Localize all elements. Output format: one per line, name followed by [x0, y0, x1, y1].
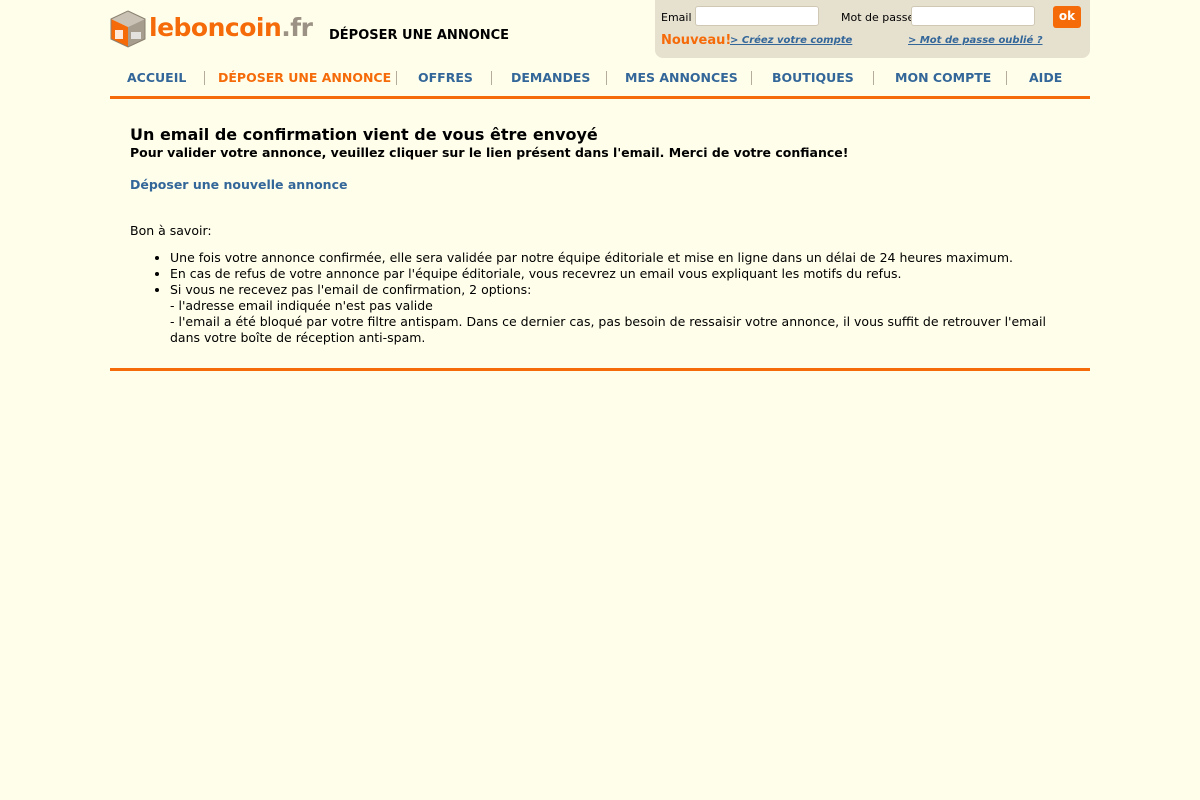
nav-separator — [751, 71, 752, 85]
tip-option: - l'email a été bloqué par votre filtre … — [170, 314, 1046, 345]
tips-list: Une fois votre annonce confirmée, elle s… — [130, 250, 1070, 346]
nav-item-boutiques[interactable]: BOUTIQUES — [772, 70, 854, 85]
confirmation-content: Un email de confirmation vient de vous ê… — [110, 99, 1090, 371]
nav-item-mon-compte[interactable]: MON COMPTE — [895, 70, 991, 85]
nav-separator — [873, 71, 874, 85]
password-label: Mot de passe — [841, 11, 915, 24]
password-field[interactable] — [911, 6, 1035, 26]
new-ad-link[interactable]: Déposer une nouvelle annonce — [130, 177, 347, 192]
tip-text: Si vous ne recevez pas l'email de confir… — [170, 282, 532, 297]
forgot-password-link[interactable]: > Mot de passe oublié ? — [908, 35, 1043, 46]
list-item: Si vous ne recevez pas l'email de confir… — [170, 282, 1070, 346]
login-box: Email Mot de passe ok Nouveau! > Créez v… — [655, 0, 1090, 58]
logo-brand-text: leboncoin — [149, 12, 282, 42]
page-heading: DÉPOSER UNE ANNONCE — [329, 28, 510, 43]
create-account-link[interactable]: > Créez votre compte — [730, 35, 852, 46]
confirmation-subtitle: Pour valider votre annonce, veuillez cli… — [130, 145, 849, 160]
tip-option: - l'adresse email indiquée n'est pas val… — [170, 298, 433, 313]
confirmation-title: Un email de confirmation vient de vous ê… — [130, 125, 598, 144]
cube-logo-icon — [110, 10, 146, 48]
nav-item-offres[interactable]: OFFRES — [418, 70, 473, 85]
list-item: En cas de refus de votre annonce par l'é… — [170, 266, 1070, 282]
nav-item-deposer[interactable]: DÉPOSER UNE ANNONCE — [218, 70, 391, 85]
site-logo[interactable]: leboncoin.fr — [110, 10, 313, 48]
email-label: Email — [661, 11, 692, 24]
nav-separator — [204, 71, 205, 85]
header: leboncoin.fr DÉPOSER UNE ANNONCE Email M… — [110, 0, 1090, 60]
nouveau-label: Nouveau! — [661, 33, 732, 48]
email-field[interactable] — [695, 6, 819, 26]
nav-item-accueil[interactable]: ACCUEIL — [127, 70, 186, 85]
nav-item-aide[interactable]: AIDE — [1029, 70, 1062, 85]
nav-item-mes-annonces[interactable]: MES ANNONCES — [625, 70, 738, 85]
nav-separator — [396, 71, 397, 85]
nav-separator — [606, 71, 607, 85]
main-nav: ACCUEIL DÉPOSER UNE ANNONCE OFFRES DEMAN… — [110, 60, 1090, 99]
nav-separator — [1006, 71, 1007, 85]
list-item: Une fois votre annonce confirmée, elle s… — [170, 250, 1070, 266]
logo-tld-text: .fr — [281, 12, 313, 42]
nav-separator — [491, 71, 492, 85]
bon-a-savoir-label: Bon à savoir: — [130, 223, 212, 238]
nav-item-demandes[interactable]: DEMANDES — [511, 70, 590, 85]
login-ok-button[interactable]: ok — [1053, 6, 1081, 28]
page: leboncoin.fr DÉPOSER UNE ANNONCE Email M… — [110, 0, 1090, 371]
